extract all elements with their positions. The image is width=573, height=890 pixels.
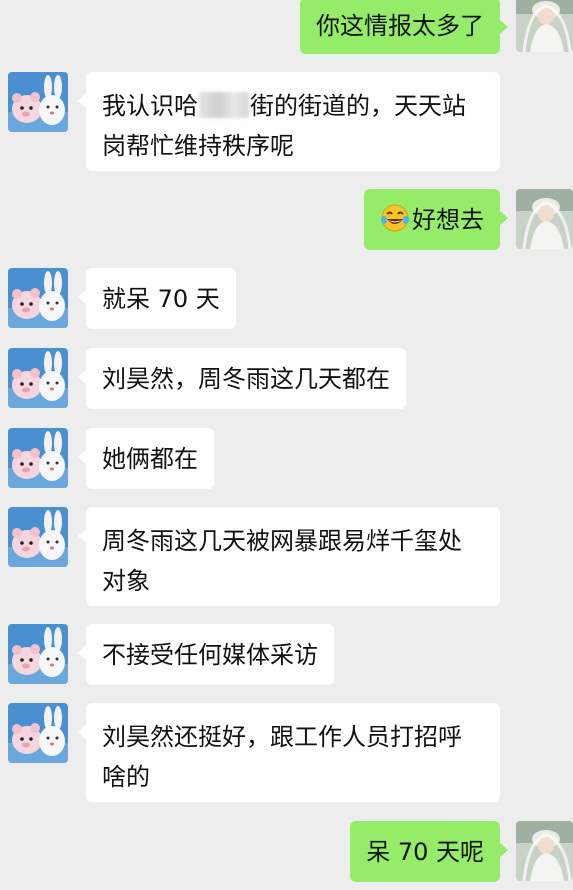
bride-photo-avatar-icon bbox=[516, 0, 573, 52]
bunny-plush-avatar-icon bbox=[8, 428, 68, 488]
received-message-bubble[interactable]: 就呆 70 天 bbox=[78, 268, 236, 329]
received-message-bubble[interactable]: 刘昊然，周冬雨这几天都在 bbox=[78, 348, 406, 409]
bunny-plush-avatar-icon bbox=[8, 507, 68, 567]
bride-photo-avatar-icon bbox=[516, 821, 573, 881]
message-text: 好想去 bbox=[412, 206, 484, 234]
bunny-plush-avatar-icon bbox=[8, 268, 68, 328]
contact-avatar[interactable] bbox=[8, 268, 68, 328]
message-text: 街的街道的，天天站 bbox=[250, 92, 466, 120]
received-message-bubble[interactable]: 她俩都在 bbox=[78, 428, 214, 489]
message-text: 就呆 70 天 bbox=[102, 285, 220, 313]
received-message-bubble[interactable]: 周冬雨这几天被网暴跟易烊千玺处 对象 bbox=[78, 507, 500, 606]
my-avatar[interactable] bbox=[516, 821, 573, 881]
sent-message-bubble[interactable]: 呆 70 天呢 bbox=[350, 821, 508, 882]
message-text: 对象 bbox=[102, 567, 150, 595]
blurred-redaction bbox=[199, 92, 249, 118]
bunny-plush-avatar-icon bbox=[8, 72, 68, 132]
message-text: 周冬雨这几天被网暴跟易烊千玺处 bbox=[102, 527, 462, 555]
received-message-bubble[interactable]: 刘昊然还挺好，跟工作人员打招呼 啥的 bbox=[78, 703, 500, 802]
message-text: 她俩都在 bbox=[102, 445, 198, 473]
contact-avatar[interactable] bbox=[8, 428, 68, 488]
message-text: 啥的 bbox=[102, 763, 150, 791]
contact-avatar[interactable] bbox=[8, 72, 68, 132]
sent-message-bubble[interactable]: 你这情报太多了 bbox=[300, 0, 508, 54]
message-text: 我认识哈 bbox=[102, 92, 198, 120]
contact-avatar[interactable] bbox=[8, 507, 68, 567]
bunny-plush-avatar-icon bbox=[8, 348, 68, 408]
message-text: 呆 70 天呢 bbox=[366, 838, 484, 866]
bunny-plush-avatar-icon bbox=[8, 703, 68, 763]
my-avatar[interactable] bbox=[516, 189, 573, 249]
laughing-tears-emoji-icon bbox=[380, 203, 410, 233]
contact-avatar[interactable] bbox=[8, 624, 68, 684]
message-text: 你这情报太多了 bbox=[316, 12, 484, 40]
bride-photo-avatar-icon bbox=[516, 189, 573, 249]
contact-avatar[interactable] bbox=[8, 348, 68, 408]
bunny-plush-avatar-icon bbox=[8, 624, 68, 684]
received-message-bubble[interactable]: 我认识哈 街的街道的，天天站 岗帮忙维持秩序呢 bbox=[78, 72, 500, 171]
my-avatar[interactable] bbox=[516, 0, 573, 52]
message-text: 岗帮忙维持秩序呢 bbox=[102, 132, 294, 160]
contact-avatar[interactable] bbox=[8, 703, 68, 763]
message-text: 刘昊然还挺好，跟工作人员打招呼 bbox=[102, 723, 462, 751]
received-message-bubble[interactable]: 不接受任何媒体采访 bbox=[78, 624, 334, 685]
message-text: 刘昊然，周冬雨这几天都在 bbox=[102, 365, 390, 393]
sent-message-bubble[interactable]: 好想去 bbox=[364, 189, 508, 250]
message-text: 不接受任何媒体采访 bbox=[102, 641, 318, 669]
